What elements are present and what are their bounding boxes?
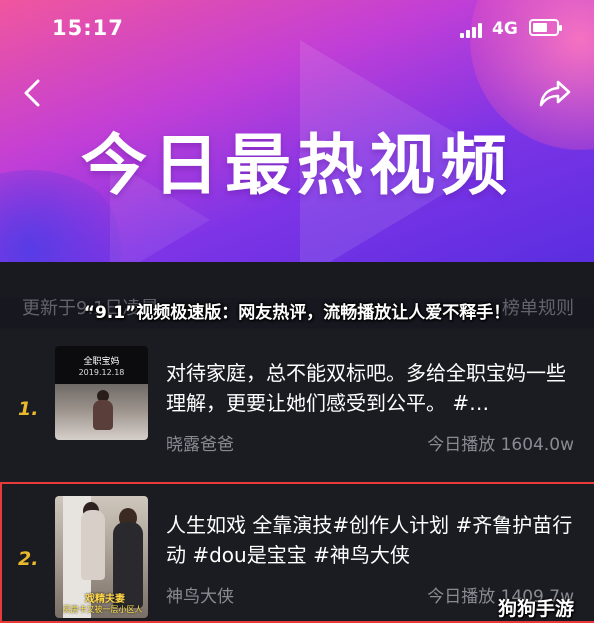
video-title[interactable]: 对待家庭，总不能双标吧。多给全职宝妈一些理解，更要让她们感受到公平。 #… [166, 358, 578, 418]
battery-icon [529, 19, 562, 36]
thumbnail-caption: 戏精夫妻 [85, 594, 125, 605]
rank-number: 2. [18, 548, 39, 570]
share-icon[interactable] [538, 78, 572, 108]
video-title[interactable]: 人生如戏 全靠演技#创作人计划 #齐鲁护苗行动 #dou是宝宝 #神鸟大侠 [166, 510, 578, 570]
site-watermark: 狗狗手游 [498, 598, 575, 620]
signal-icon [460, 22, 484, 38]
status-time: 15:17 [52, 16, 124, 40]
list-item[interactable]: 1. 全职宝妈 2019.12.18 对待家庭，总不能双标吧。多给全职宝妈一些理… [0, 330, 594, 480]
thumbnail-subcaption: 买房卡又被一层小区人 [62, 605, 143, 614]
network-type: 4G [492, 19, 518, 39]
video-author[interactable]: 晓露爸爸 [166, 430, 234, 455]
thumbnail-caption: 全职宝妈 [83, 357, 120, 367]
video-thumbnail[interactable]: 全职宝妈 2019.12.18 [55, 346, 148, 440]
video-author[interactable]: 神鸟大侠 [166, 582, 234, 607]
overlay-headline: “9.1”视频极速版：网友热评，流畅播放让人爱不释手！ [0, 298, 594, 328]
rank-number: 1. [18, 398, 39, 420]
back-icon[interactable] [20, 78, 46, 108]
status-bar: 15:17 4G [0, 0, 594, 60]
banner-header: 15:17 4G 今日最热视频 [0, 0, 594, 262]
play-count: 今日播放 1604.0w [427, 435, 574, 455]
page-title: 今日最热视频 [81, 127, 513, 204]
video-thumbnail[interactable]: 戏精夫妻 买房卡又被一层小区人 [55, 496, 148, 618]
video-list: 1. 全职宝妈 2019.12.18 对待家庭，总不能双标吧。多给全职宝妈一些理… [0, 330, 594, 623]
thumbnail-date: 2019.12.18 [78, 368, 125, 377]
